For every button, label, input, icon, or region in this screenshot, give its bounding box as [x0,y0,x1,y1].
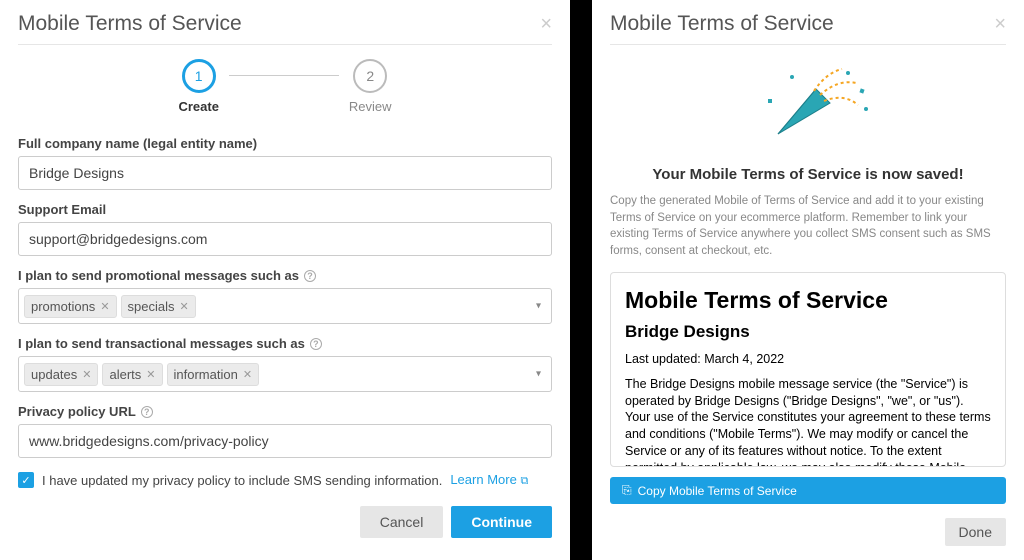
close-icon[interactable]: × [540,13,552,36]
panel-divider [570,0,592,560]
company-name-label: Full company name (legal entity name) [18,136,552,151]
modal-header: Mobile Terms of Service × [18,12,552,45]
help-icon[interactable]: ? [310,338,322,350]
tag-information: information✕ [167,363,260,386]
company-name-input[interactable] [18,156,552,190]
done-button[interactable]: Done [945,518,1006,546]
step-review[interactable]: 2 Review [349,59,392,114]
modal-footer: Cancel Continue [18,506,552,538]
saved-description: Copy the generated Mobile of Terms of Se… [610,193,1006,260]
trans-messages-label: I plan to send transactional messages su… [18,336,552,351]
remove-tag-icon[interactable]: ✕ [100,300,109,313]
modal-footer: Done [610,518,1006,546]
chevron-down-icon[interactable]: ▾ [536,301,541,312]
remove-tag-icon[interactable]: ✕ [146,368,155,381]
chevron-down-icon[interactable]: ▾ [536,369,541,380]
checkbox-label: I have updated my privacy policy to incl… [42,473,442,488]
close-icon[interactable]: × [994,13,1006,36]
copy-icon: ⎘ [622,483,632,498]
step-create[interactable]: 1 Create [178,59,218,114]
modal-title: Mobile Terms of Service [18,12,242,36]
privacy-updated-checkbox[interactable]: ✓ [18,472,34,488]
saved-modal: Mobile Terms of Service × Your Mobile Te… [592,0,1024,560]
modal-title: Mobile Terms of Service [610,12,834,36]
remove-tag-icon[interactable]: ✕ [243,368,252,381]
modal-header: Mobile Terms of Service × [610,12,1006,45]
help-icon[interactable]: ? [141,406,153,418]
remove-tag-icon[interactable]: ✕ [180,300,189,313]
doc-body: The Bridge Designs mobile message servic… [625,376,991,467]
step-2-label: Review [349,99,392,114]
remove-tag-icon[interactable]: ✕ [82,368,91,381]
doc-company: Bridge Designs [625,322,991,342]
doc-last-updated: Last updated: March 4, 2022 [625,352,991,366]
stepper: 1 Create 2 Review [18,45,552,124]
tag-updates: updates✕ [24,363,98,386]
privacy-url-label: Privacy policy URL ? [18,404,552,419]
step-2-circle: 2 [353,59,387,93]
learn-more-link[interactable]: Learn More ⧉ [450,472,528,488]
privacy-url-input[interactable] [18,424,552,458]
tag-alerts: alerts✕ [102,363,162,386]
step-1-label: Create [178,99,218,114]
help-icon[interactable]: ? [304,270,316,282]
external-link-icon: ⧉ [520,475,528,487]
trans-messages-select[interactable]: updates✕ alerts✕ information✕ ▾ [18,356,552,392]
promo-messages-select[interactable]: promotions✕ specials✕ ▾ [18,288,552,324]
tag-promotions: promotions✕ [24,295,117,318]
generated-terms-box[interactable]: Mobile Terms of Service Bridge Designs L… [610,272,1006,467]
step-1-circle: 1 [182,59,216,93]
doc-title: Mobile Terms of Service [625,287,991,314]
saved-heading: Your Mobile Terms of Service is now save… [610,166,1006,183]
support-email-input[interactable] [18,222,552,256]
privacy-updated-checkbox-row: ✓ I have updated my privacy policy to in… [18,472,552,488]
support-email-label: Support Email [18,202,552,217]
promo-messages-label: I plan to send promotional messages such… [18,268,552,283]
create-modal: Mobile Terms of Service × 1 Create 2 Rev… [0,0,570,560]
copy-terms-button[interactable]: ⎘ Copy Mobile Terms of Service [610,477,1006,504]
step-connector [229,75,339,76]
cancel-button[interactable]: Cancel [360,506,444,538]
confetti-illustration [610,45,1006,160]
tag-specials: specials✕ [121,295,196,318]
party-popper-icon [738,59,878,149]
continue-button[interactable]: Continue [451,506,552,538]
